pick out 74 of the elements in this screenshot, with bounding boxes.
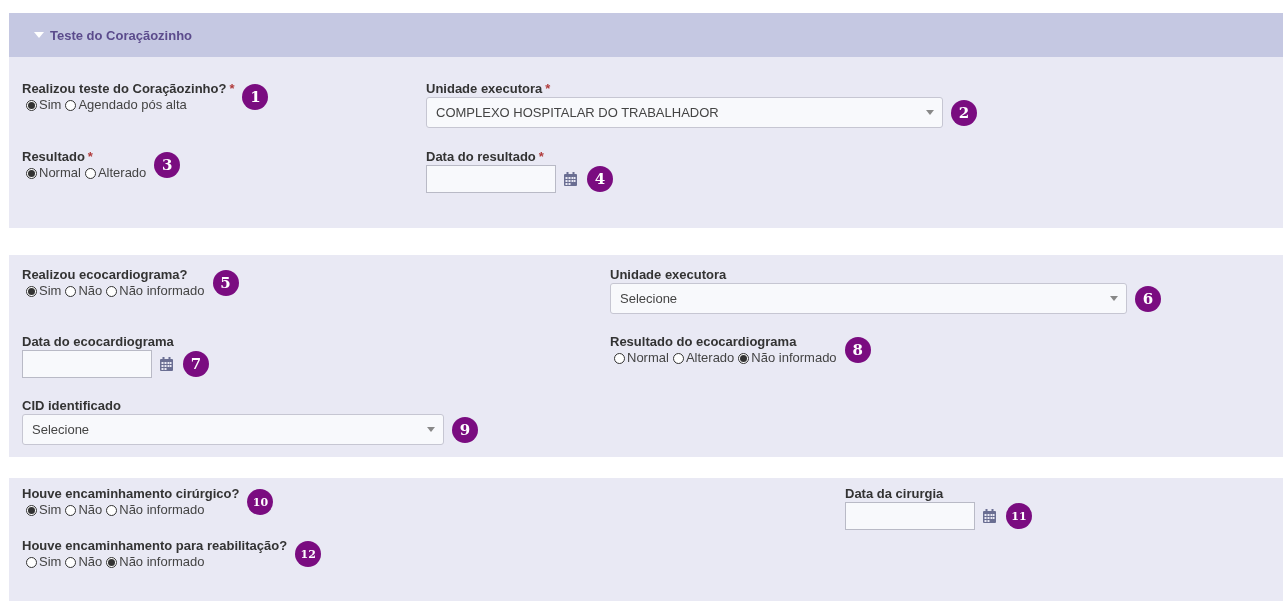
number-badge: 1 bbox=[242, 84, 269, 110]
select-field[interactable]: COMPLEXO HOSPITALAR DO TRABALHADOR bbox=[426, 97, 943, 128]
number-badge: 3 bbox=[154, 152, 181, 178]
number-badge: 11 bbox=[1006, 503, 1032, 529]
radio-button[interactable] bbox=[672, 352, 684, 364]
radio-button[interactable] bbox=[65, 556, 77, 568]
calendar-icon[interactable] bbox=[983, 509, 996, 523]
radio-button[interactable] bbox=[26, 556, 37, 568]
select-field[interactable]: Selecione bbox=[610, 283, 1127, 314]
section-header[interactable]: Teste do Coraçãozinho bbox=[9, 13, 1283, 57]
radio-button[interactable] bbox=[26, 504, 37, 516]
radio-button[interactable] bbox=[26, 285, 37, 297]
required-mark: * bbox=[538, 149, 544, 164]
radio-button[interactable] bbox=[106, 504, 118, 516]
field-label: Realizou teste do Coraçãozinho? * bbox=[22, 81, 235, 97]
radio-option[interactable]: Normal bbox=[614, 350, 669, 366]
calendar-icon[interactable] bbox=[564, 172, 577, 186]
radio-option[interactable]: Sim bbox=[26, 554, 62, 570]
field-label: Houve encaminhamento para reabilitação? bbox=[22, 538, 288, 554]
radio-option[interactable]: Não bbox=[65, 502, 103, 518]
caret-icon[interactable] bbox=[1110, 296, 1118, 301]
calendar-icon[interactable] bbox=[160, 357, 173, 371]
radio-option[interactable]: Sim bbox=[26, 97, 62, 113]
field-label: Unidade executora * bbox=[426, 81, 552, 97]
number-badge: 8 bbox=[844, 337, 871, 363]
radio-option[interactable]: Não informado bbox=[738, 350, 837, 366]
radio-button[interactable] bbox=[26, 167, 37, 179]
radio-button[interactable] bbox=[614, 352, 625, 364]
number-badge: 6 bbox=[1135, 285, 1161, 312]
radio-button[interactable] bbox=[65, 99, 77, 111]
radio-option[interactable]: Alterado bbox=[84, 165, 147, 181]
number-badge: 10 bbox=[247, 489, 274, 515]
radio-option[interactable]: Não bbox=[65, 554, 103, 570]
date-field[interactable] bbox=[845, 502, 975, 530]
field-label: Data da cirurgia bbox=[845, 486, 945, 502]
select-field[interactable]: Selecione bbox=[22, 414, 444, 445]
required-mark: * bbox=[229, 81, 235, 96]
field-label: Resultado * bbox=[22, 149, 94, 165]
number-badge: 9 bbox=[452, 416, 478, 443]
radio-button[interactable] bbox=[738, 352, 750, 364]
required-mark: * bbox=[87, 149, 93, 164]
number-badge: 12 bbox=[295, 541, 322, 567]
radio-option[interactable]: Não informado bbox=[106, 502, 205, 518]
caret-icon[interactable] bbox=[427, 427, 435, 432]
radio-button[interactable] bbox=[26, 99, 37, 111]
radio-option[interactable]: Não informado bbox=[106, 554, 205, 570]
number-badge: 4 bbox=[587, 166, 613, 192]
date-field[interactable] bbox=[22, 350, 152, 378]
radio-button[interactable] bbox=[106, 556, 118, 568]
radio-button[interactable] bbox=[106, 285, 118, 297]
field-label: Unidade executora bbox=[610, 267, 728, 283]
radio-button[interactable] bbox=[65, 504, 77, 516]
field-label: Resultado do ecocardiograma bbox=[610, 334, 798, 350]
section-title[interactable]: Teste do Coraçãozinho bbox=[50, 27, 193, 43]
radio-button[interactable] bbox=[65, 285, 77, 297]
radio-option[interactable]: Não informado bbox=[106, 283, 205, 299]
number-badge: 5 bbox=[212, 270, 239, 296]
date-field[interactable] bbox=[426, 165, 556, 193]
radio-button[interactable] bbox=[84, 167, 96, 179]
radio-option[interactable]: Agendado pós alta bbox=[65, 97, 187, 113]
field-label: Data do resultado * bbox=[426, 149, 545, 165]
radio-option[interactable]: Sim bbox=[26, 283, 62, 299]
number-badge: 2 bbox=[951, 99, 977, 126]
radio-option[interactable]: Alterado bbox=[672, 350, 735, 366]
field-label: Realizou ecocardiograma? bbox=[22, 267, 189, 283]
field-label: Data do ecocardiograma bbox=[22, 334, 175, 350]
radio-option[interactable]: Normal bbox=[26, 165, 81, 181]
field-label: CID identificado bbox=[22, 398, 122, 414]
caret-icon[interactable] bbox=[926, 110, 934, 115]
required-mark: * bbox=[545, 81, 551, 96]
number-badge: 7 bbox=[183, 351, 209, 377]
field-label: Houve encaminhamento cirúrgico? bbox=[22, 486, 240, 502]
radio-option[interactable]: Sim bbox=[26, 502, 62, 518]
radio-option[interactable]: Não bbox=[65, 283, 103, 299]
